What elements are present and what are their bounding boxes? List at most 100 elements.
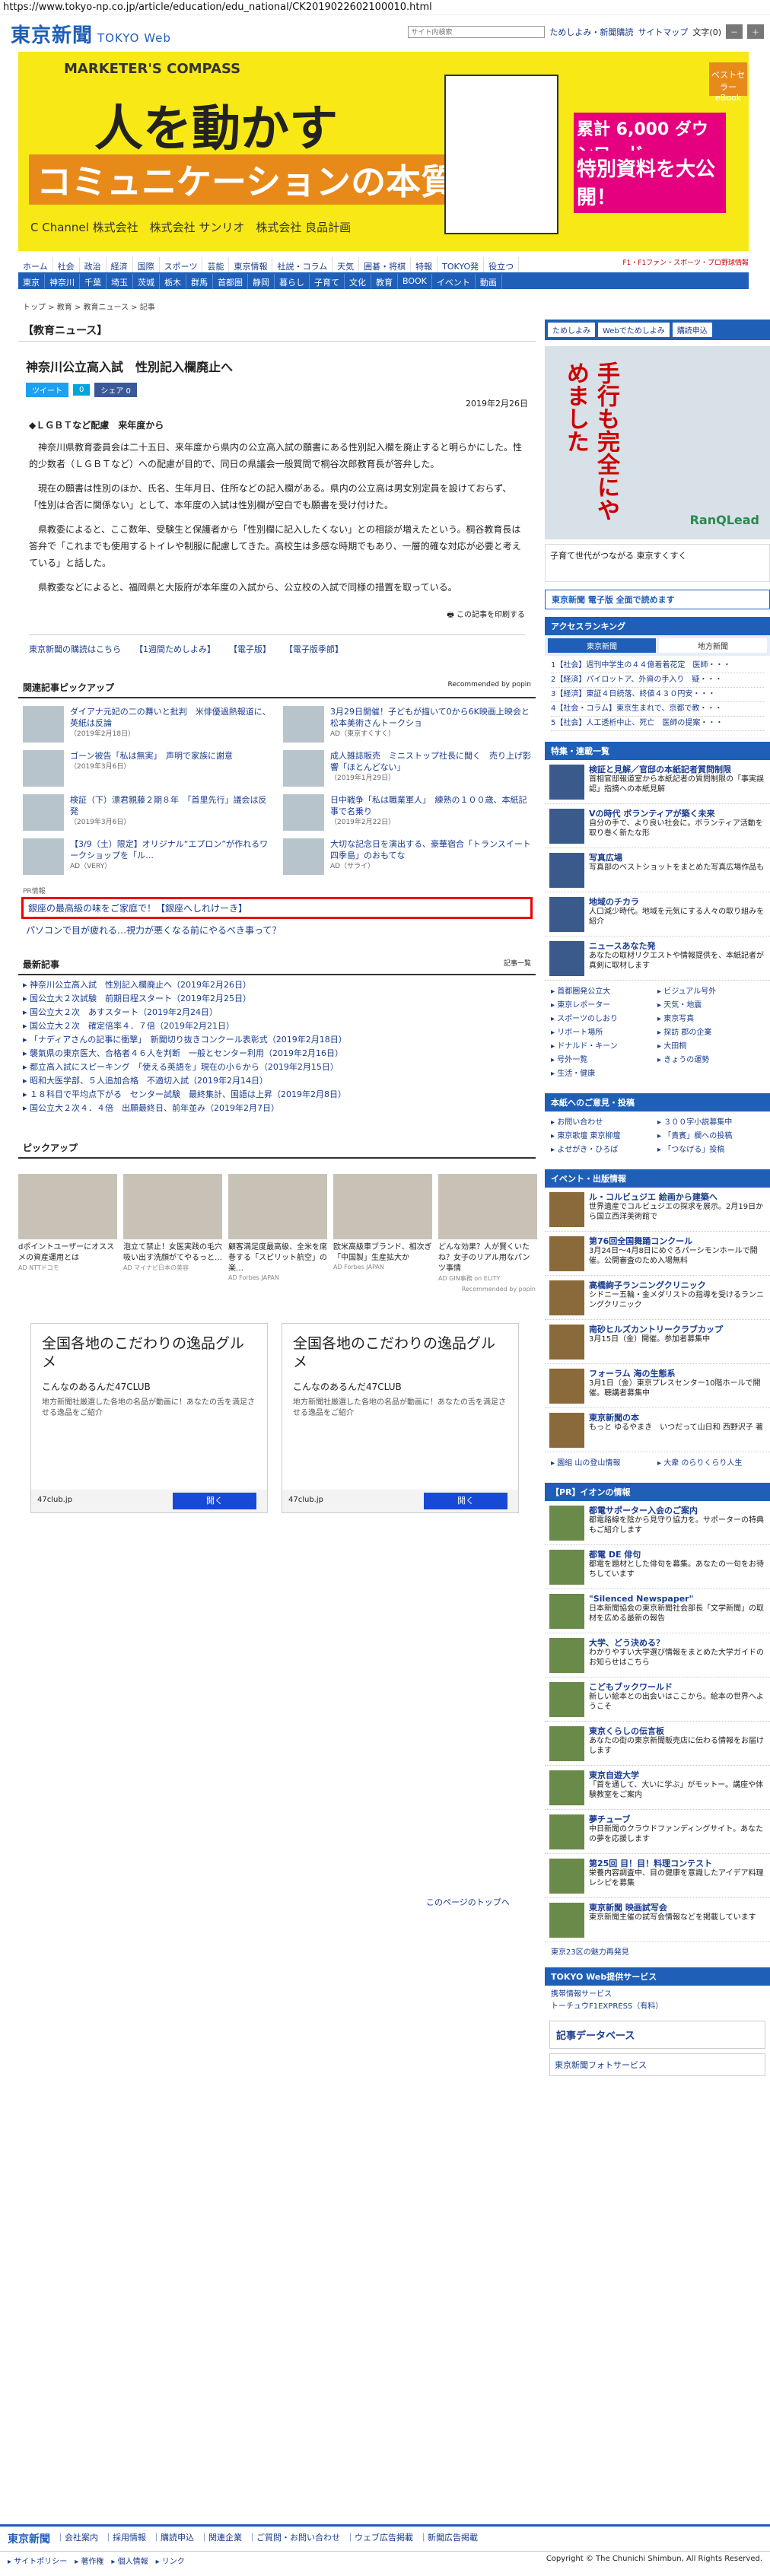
nav-category-item[interactable]: スポーツ [160,257,203,272]
breadcrumb[interactable]: トップ > 教育 > 教育ニュース > 記事 [23,301,155,312]
footer-link[interactable]: ｜採用情報 [104,2531,146,2546]
ranking-item[interactable]: 3【経済】東証４日続落、終値４３０円安・・・ [551,688,764,702]
nav-region-item[interactable]: 栃木 [160,274,186,289]
nav-category-item[interactable]: 経済 [107,257,133,272]
feature-item[interactable]: 東京自遊大学 「首を通して、大いに学ぶ」がモットー。講座や体験教室をご案内 [545,1766,770,1810]
feature-item[interactable]: 東京新聞の本 もっと ゆるやまき いつだって山日和 西野沢子 著 [545,1408,770,1452]
book-link[interactable]: ▸ 大衆 のらりくらり人生 [657,1457,764,1471]
sidebar-link[interactable]: ▸ 東京レポーター [551,999,657,1013]
feature-item[interactable]: フォーラム 海の生態系 3月1日（金）東京プレスセンター10階ホールで開催。聴講者… [545,1364,770,1408]
opinion-link[interactable]: ▸ よせがき・ひろば [551,1143,657,1157]
sidebar-link[interactable]: ▸ 東京写真 [657,1013,764,1026]
facebook-share-button[interactable]: シェア 0 [94,383,137,397]
related-item[interactable]: 3月29日開催！子どもが描いて0から6K映画上映会と松本美術さんトークショ AD（… [283,706,531,743]
feature-item[interactable]: 地域のチカラ 人口減少時代。地域を元気にする人々の取り組みを紹介 [545,892,770,937]
print-link[interactable]: 🖶 この記事を印刷する [29,608,525,622]
nav-category-item[interactable]: 囲碁・将棋 [359,257,412,272]
footer-logo[interactable]: 東京新聞 [8,2531,50,2546]
nav-category-item[interactable]: 国際 [133,257,160,272]
font-plus-button[interactable]: ＋ [747,24,764,39]
footer-bottom-link[interactable]: ▸ 個人情報 [111,2558,155,2566]
related-item[interactable]: 【3/9（土）限定】オリジナル“エプロン”が作れるワークショップを「ル… AD（V… [23,838,271,875]
latest-item[interactable]: ▸ 襲氣県の東京医大、合格者４６人を判断 一般とセンター利用（2019年2月16… [23,1047,531,1061]
footer-link[interactable]: ｜ウェブ広告掲載 [346,2531,413,2546]
nav-region-item[interactable]: 千葉 [80,274,107,289]
ad-open-button[interactable]: 開く [424,1493,508,1509]
footer-bottom-link[interactable]: ▸ 著作権 [75,2558,111,2566]
tab-local-shimbun[interactable]: 地方新聞 [659,638,767,653]
trial-week-link[interactable]: 【1週間ためしよみ】 [135,643,215,655]
ad-box[interactable]: 全国各地のこだわりの逸品グルメ こんなのあるんだ47CLUB 地方新聞社厳選した各地… [30,1323,268,1513]
pickup-item[interactable]: 欧米高級車ブランド、相次ぎ「中国製」生産拡大か AD Forbes JAPAN [333,1174,432,1283]
nav-region-item[interactable]: 茨城 [133,274,160,289]
nav-region-item[interactable]: 東京 [18,274,45,289]
nav-region-item[interactable]: 文化 [345,274,371,289]
opinion-link[interactable]: ▸ 「貴賓」欄への投稿 [657,1130,764,1143]
footer-link[interactable]: ｜ご質問・お問い合わせ [248,2531,340,2546]
nav-region-item[interactable]: 群馬 [186,274,213,289]
nav-region-item[interactable]: 神奈川 [45,274,80,289]
digital-season-link[interactable]: 【電子版季節】 [285,643,343,655]
nav-region-item[interactable]: 子育て [310,274,345,289]
nav-category-item[interactable]: 役立つ [484,257,520,272]
web-trial-button[interactable]: Webでためしよみ [598,323,670,337]
site-logo[interactable]: 東京新聞 TOKYO Web [11,20,171,48]
latest-item[interactable]: ▸ 都立高入試にスピーキング 「使える英語を」現在の小６から（2019年2月15… [23,1061,531,1074]
nav-category-item[interactable]: 天気 [332,257,360,272]
latest-item[interactable]: ▸ 昭和大医学部、５人追加合格 不適切入試（2019年2月14日） [23,1074,531,1088]
subscribe-button[interactable]: 購読申込 [672,323,712,337]
pickup-item[interactable]: dポイントユーザーにオススメの資産運用とは AD NTTドコモ [18,1174,117,1283]
feature-item[interactable]: 都電 DE 俳句 都電を題材とした俳句を募集。あなたの一句をお待ちしています [545,1545,770,1589]
nav-category-item[interactable]: 東京情報 [229,257,273,272]
sidebar-ad[interactable]: 手行も完全にやめました RanQLead [545,346,770,539]
feature-item[interactable]: 都電サポーター入会のご案内 都電路線を陰から見守り協力を。サポーターの特典もご紹介… [545,1501,770,1545]
footer-link[interactable]: ｜会社案内 [56,2531,98,2546]
nav-category-item[interactable]: 芸能 [202,257,230,272]
sidebar-link[interactable]: ▸ 生活・健康 [551,1067,657,1081]
feature-item[interactable]: Vの時代 ボランティアが築く未来 自分の手で、より良い社会に。ボランティア活動を取… [545,804,770,848]
font-minus-button[interactable]: － [726,24,743,39]
feature-item[interactable]: 東京新聞 映画試写会 東京新聞主催の試写会情報などを掲載しています [545,1898,770,1942]
latest-item[interactable]: ▸ 「ナディアさんの記事に衝撃」 新聞切り抜きコンクール表彰式（2019年2月1… [23,1033,531,1047]
opinion-link[interactable]: ▸ ３００字小説募集中 [657,1116,764,1130]
mobile-service-link[interactable]: 携帯情報サービス [551,1989,764,2001]
latest-item[interactable]: ▸ 国公立大２次 確定倍率４．７倍（2019年2月21日） [23,1019,531,1033]
top-ad-banner[interactable]: MARKETER'S COMPASS 人を動かす コミュニケーションの本質 C … [18,52,749,251]
feature-item[interactable]: 検証と見解／官邸の本紙記者質問制限 首相官邸報道室から本紙記者の質問制限の「事実誤… [545,760,770,804]
sidebar-link[interactable]: ▸ 大田桐 [657,1040,764,1054]
ranking-item[interactable]: 1【社会】週刊中学生の４４億着着花定 医師・・・ [551,659,764,673]
sidebar-link[interactable]: ▸ 号外一覧 [551,1054,657,1067]
nav-category-item[interactable]: 特報 [411,257,438,272]
nav-category-item[interactable]: ホーム [18,257,53,272]
site-search-input[interactable] [408,25,546,38]
nav-category-item[interactable]: 社説・コラム [272,257,333,272]
feature-item[interactable]: "Silenced Newspaper" 日本新聞協会の東京新聞社会部長「文学新聞… [545,1589,770,1633]
digital-link[interactable]: 【電子版】 [229,643,271,655]
ad-open-button[interactable]: 開く [173,1493,256,1509]
nav-region-item[interactable]: 静岡 [248,274,275,289]
sports-label[interactable]: F1・F1ファン・スポーツ・プロ野球情報 [622,257,749,267]
opinion-link[interactable]: ▸ 「つなげる」投稿 [657,1143,764,1157]
sitemap-link[interactable]: サイトマップ [638,26,688,38]
latest-item[interactable]: ▸ １８科目で平均点下がる センター試験 最終集計、国語は上昇（2019年2月8… [23,1088,531,1102]
sidebar-link[interactable]: ▸ 首都圏発公立大 [551,985,657,999]
latest-item[interactable]: ▸ 国公立大２次 あすスタート（2019年2月24日） [23,1006,531,1019]
related-item[interactable]: 成人雑誌販売 ミニストップ社長に聞く 売り上げ影響「ほとんどない」 （2019年1… [283,750,531,787]
footer-link[interactable]: ｜関連企業 [200,2531,242,2546]
feature-item[interactable]: ニュースあなた発 あなたの取材リクエストや情報提供を、本紙記者が真剣に取材します [545,937,770,981]
article-database-button[interactable]: 記事データベース [549,2021,765,2049]
sidebar-link[interactable]: ▸ 天気・地震 [657,999,764,1013]
nav-region-item[interactable]: イベント [432,274,476,289]
highlight-pr-link[interactable]: 銀座の最高級の味をご家庭で！【銀座へしれけーき】 [21,897,533,919]
opinion-link[interactable]: ▸ お問い合わせ [551,1116,657,1130]
feature-item[interactable]: 写真広場 写真部のベストショットをまとめた写真広場作品も [545,848,770,892]
ranking-item[interactable]: 2【経済】パイロットア、外資の手入り 疑・・・ [551,673,764,688]
book-link[interactable]: ▸ 園組 山の登山情報 [551,1457,657,1471]
feature-item[interactable]: ル・コルビュジエ 絵画から建築へ 世界遺産でコルビュジエの探求を展示。2月19日か… [545,1188,770,1232]
photo-service-button[interactable]: 東京新聞フォトサービス [549,2053,765,2076]
nav-category-item[interactable]: 政治 [80,257,107,272]
sidebar-link[interactable]: ▸ ドナルド・キーン [551,1040,657,1054]
footer-link[interactable]: ｜新聞広告掲載 [419,2531,478,2546]
feature-item[interactable]: 高橋絢子ランニングクリニック シドニー五輪・金メダリストの指導を受けるランニングク… [545,1276,770,1320]
url-bar[interactable]: https://www.tokyo-np.co.jp/article/educa… [0,0,770,15]
